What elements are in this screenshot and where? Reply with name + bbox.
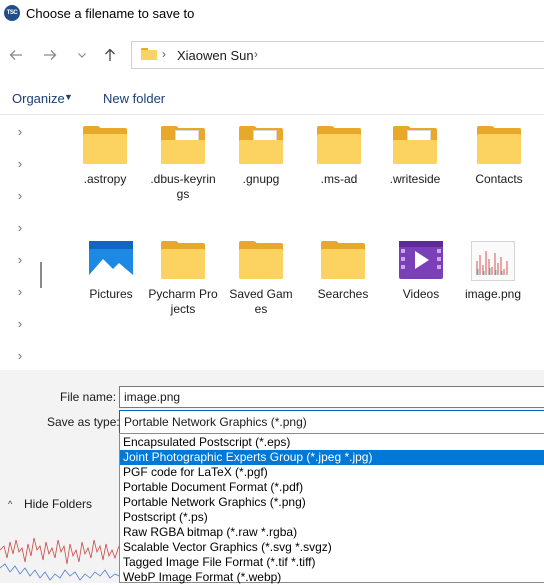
new-folder-button[interactable]: New folder (103, 91, 165, 106)
dropdown-option[interactable]: Portable Network Graphics (*.png) (120, 495, 544, 510)
folder-item[interactable]: Saved Games (226, 241, 296, 317)
folder-icon (141, 48, 157, 60)
folder-icon (393, 126, 437, 166)
dropdown-option[interactable]: PGF code for LaTeX (*.pgf) (120, 465, 544, 480)
dropdown-option-highlighted[interactable]: Joint Photographic Experts Group (*.jpeg… (120, 450, 544, 465)
folder-item[interactable]: Contacts (464, 126, 534, 187)
folder-item[interactable]: Videos (386, 241, 456, 302)
pane-splitter[interactable] (40, 262, 42, 288)
image-file-icon (471, 241, 515, 281)
forward-button[interactable] (38, 43, 62, 67)
folder-item[interactable]: .writeside (380, 126, 450, 187)
expand-chevron-icon[interactable]: › (14, 252, 26, 267)
expand-chevron-icon[interactable]: › (14, 348, 26, 363)
expand-chevron-icon[interactable]: › (14, 220, 26, 235)
save-as-type-select[interactable]: Portable Network Graphics (*.png) (119, 410, 544, 434)
item-label: .astropy (83, 172, 127, 186)
item-label: Saved Games (229, 287, 293, 316)
expand-chevron-icon[interactable]: › (14, 188, 26, 203)
organize-button[interactable]: Organize (12, 91, 65, 106)
recent-locations-button[interactable] (70, 43, 94, 67)
window-title: Choose a filename to save to (26, 6, 195, 21)
expand-chevron-icon[interactable]: › (14, 156, 26, 171)
hide-folders-button[interactable]: Hide Folders (24, 497, 92, 511)
breadcrumb-separator[interactable]: › (254, 47, 258, 61)
dropdown-option[interactable]: Tagged Image File Format (*.tif *.tiff) (120, 555, 544, 570)
item-label: Pycharm Projects (148, 287, 218, 316)
dropdown-option[interactable]: Raw RGBA bitmap (*.raw *.rgba) (120, 525, 544, 540)
dropdown-option[interactable]: Encapsulated Postscript (*.eps) (120, 435, 544, 450)
dropdown-option[interactable]: Scalable Vector Graphics (*.svg *.svgz) (120, 540, 544, 555)
folder-item[interactable]: .dbus-keyrings (148, 126, 218, 202)
arrow-left-icon (9, 50, 22, 60)
folder-item[interactable]: Searches (308, 241, 378, 302)
item-label: Pictures (89, 287, 133, 301)
chevron-down-icon (78, 53, 86, 58)
dropdown-option[interactable]: Portable Document Format (*.pdf) (120, 480, 544, 495)
file-name-label: File name: (60, 390, 117, 404)
folder-icon (161, 241, 205, 281)
folder-item[interactable]: .ms-ad (304, 126, 374, 187)
back-button[interactable] (4, 43, 28, 67)
expand-chevron-icon[interactable]: › (14, 316, 26, 331)
folder-icon (83, 126, 127, 166)
breadcrumb-current[interactable]: Xiaowen Sun (177, 48, 254, 63)
arrow-right-icon (44, 50, 57, 60)
folder-item[interactable]: Pictures (76, 241, 146, 302)
file-item[interactable]: image.png (458, 241, 528, 302)
item-label: .writeside (389, 172, 441, 186)
tsc-logo-icon: TSC (4, 5, 20, 21)
file-name-input[interactable]: image.png (119, 386, 544, 408)
folder-icon (317, 126, 361, 166)
caret-up-icon[interactable]: ^ (8, 499, 12, 509)
folder-icon (477, 126, 521, 166)
videos-folder-icon (399, 241, 443, 281)
folder-icon (321, 241, 365, 281)
item-label: .gnupg (242, 172, 280, 186)
item-label: .ms-ad (320, 172, 358, 186)
file-type-dropdown: Encapsulated Postscript (*.eps) Joint Ph… (119, 433, 544, 584)
folder-icon (161, 126, 205, 166)
caret-down-icon[interactable]: ▼ (64, 92, 73, 102)
expand-chevron-icon[interactable]: › (14, 124, 26, 139)
save-as-type-label: Save as type: (47, 415, 120, 429)
item-label: Contacts (475, 172, 523, 186)
folder-item[interactable]: .gnupg (226, 126, 296, 187)
folder-item[interactable]: .astropy (70, 126, 140, 187)
item-label: .dbus-keyrings (150, 172, 216, 201)
arrow-up-icon (105, 48, 115, 61)
toolbar (0, 84, 544, 115)
up-button[interactable] (98, 43, 122, 67)
expand-chevron-icon[interactable]: › (14, 284, 26, 299)
item-label: Searches (317, 287, 369, 301)
folder-item[interactable]: Pycharm Projects (148, 241, 218, 317)
item-label: Videos (402, 287, 440, 301)
dropdown-option[interactable]: Postscript (*.ps) (120, 510, 544, 525)
item-label: image.png (464, 287, 522, 301)
folder-icon (239, 126, 283, 166)
breadcrumb-separator: › (162, 47, 166, 61)
pictures-folder-icon (89, 241, 133, 281)
folder-icon (239, 241, 283, 281)
background-chart-fragment (0, 528, 119, 583)
